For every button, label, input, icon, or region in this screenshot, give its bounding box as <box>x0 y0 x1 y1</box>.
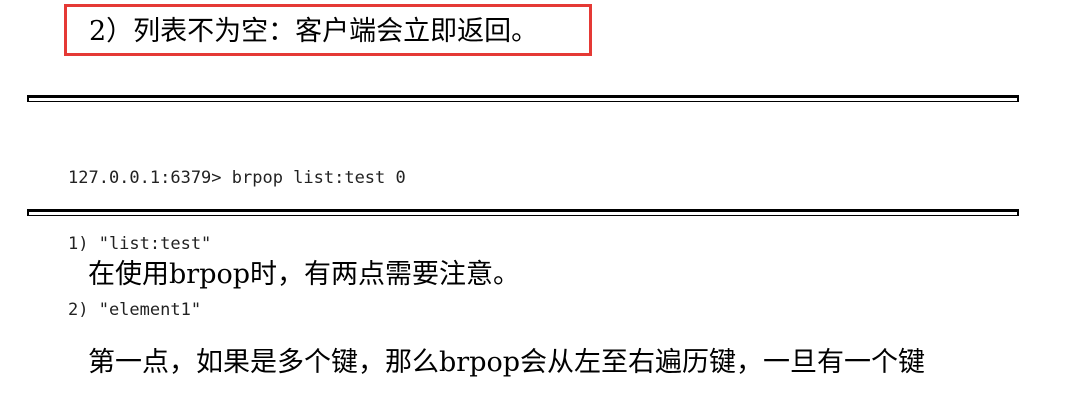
code-line: 2) "element1" <box>68 300 202 320</box>
code-line: 1) "list:test" <box>68 234 212 254</box>
code-block: 127.0.0.1:6379> brpop list:test 0 1) "li… <box>68 123 406 343</box>
section-heading: 2）列表不为空：客户端会立即返回。 <box>89 16 539 47</box>
body-paragraph: 第一点，如果是多个键，那么brpop会从左至右遍历键，一旦有一个键 <box>88 347 926 378</box>
body-paragraph: 在使用brpop时，有两点需要注意。 <box>88 259 521 290</box>
code-block-bottom-rule <box>27 209 1019 216</box>
highlighted-heading-box: 2）列表不为空：客户端会立即返回。 <box>64 4 592 56</box>
code-block-top-rule <box>27 95 1019 102</box>
code-line: 127.0.0.1:6379> brpop list:test 0 <box>68 168 406 188</box>
